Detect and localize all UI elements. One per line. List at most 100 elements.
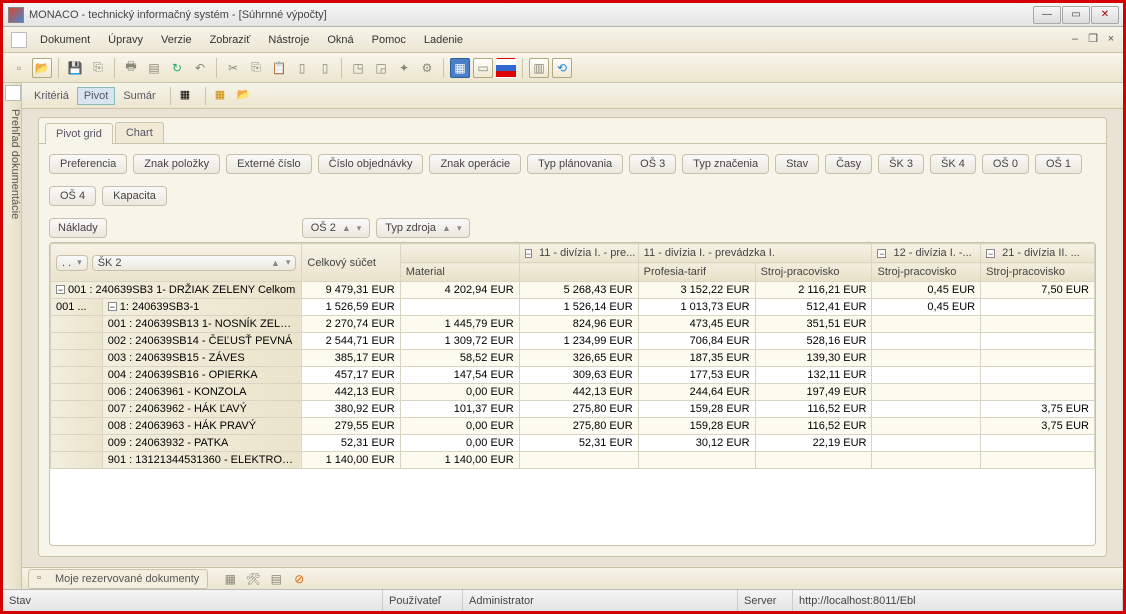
field--k-3[interactable]: ŠK 3 <box>878 154 924 174</box>
sub-stroj2[interactable]: Stroj-pracovisko <box>872 263 981 282</box>
menu-zobrazit[interactable]: Zobraziť <box>201 32 260 48</box>
field-stav[interactable]: Stav <box>775 154 819 174</box>
field-znak-oper-cie[interactable]: Znak operácie <box>429 154 521 174</box>
rowfield-sk2[interactable]: ŠK 2▲▾ <box>92 255 297 271</box>
bot-ic4[interactable]: ⊘ <box>289 569 309 589</box>
field-o-4[interactable]: OŠ 4 <box>49 186 96 206</box>
maximize-button[interactable]: ▭ <box>1062 6 1090 24</box>
table-row[interactable]: 001 ...−1: 240639SB3-11 526,59 EUR1 526,… <box>51 299 1095 316</box>
table-row[interactable]: 901 : 13121344531360 - ELEKTROD...1 140,… <box>51 452 1095 469</box>
flag-sk-icon[interactable] <box>496 58 516 78</box>
doc1-icon[interactable]: ▯ <box>292 58 312 78</box>
save-icon[interactable]: 💾 <box>65 58 85 78</box>
preview-icon[interactable]: ▤ <box>144 58 164 78</box>
nav-icon[interactable]: ▥ <box>529 58 549 78</box>
dropzone-naklady[interactable]: Náklady <box>49 218 107 238</box>
table-row[interactable]: 006 : 24063961 - KONZOLA442,13 EUR0,00 E… <box>51 384 1095 401</box>
menu-ladenie[interactable]: Ladenie <box>415 32 472 48</box>
field-typ-pl-novania[interactable]: Typ plánovania <box>527 154 623 174</box>
field-znak-polo-ky[interactable]: Znak položky <box>133 154 220 174</box>
table-row[interactable]: 001 : 240639SB13 1- NOSNÍK ZELENY2 270,7… <box>51 316 1095 333</box>
paneltab-grid[interactable]: Pivot grid <box>45 123 113 144</box>
colfield-os2[interactable]: OŠ 2▲▾ <box>302 218 371 238</box>
cell: 824,96 EUR <box>519 316 638 333</box>
settings-icon[interactable]: ⚙ <box>417 58 437 78</box>
col-d11prev[interactable]: 11 - divízia I. - prevádzka I. <box>638 244 872 263</box>
field--asy[interactable]: Časy <box>825 154 872 174</box>
collapse-icon[interactable]: − <box>525 249 532 258</box>
menu-verzie[interactable]: Verzie <box>152 32 201 48</box>
field-preferencia[interactable]: Preferencia <box>49 154 127 174</box>
rowfield-dots[interactable]: . .▾ <box>56 255 88 271</box>
tab-sumar[interactable]: Sumár <box>117 88 161 104</box>
field-kapacita[interactable]: Kapacita <box>102 186 167 206</box>
open-folder-icon[interactable]: 📂 <box>32 58 52 78</box>
field-o-3[interactable]: OŠ 3 <box>629 154 676 174</box>
view2-icon[interactable]: ▭ <box>473 58 493 78</box>
copy-icon[interactable]: ⎘ <box>246 58 266 78</box>
col-d12[interactable]: −12 - divízia I. -... <box>872 244 981 263</box>
field-o-1[interactable]: OŠ 1 <box>1035 154 1082 174</box>
left-side-tab[interactable]: Prehľad dokumentácie <box>3 83 22 589</box>
field--k-4[interactable]: ŠK 4 <box>930 154 976 174</box>
vic3-icon[interactable]: 📂 <box>237 88 253 104</box>
table-row[interactable]: 008 : 24063963 - HÁK PRAVÝ279,55 EUR0,00… <box>51 418 1095 435</box>
tab-kriteria[interactable]: Kritériá <box>28 88 75 104</box>
bottab-reserve[interactable]: ▫Moje rezervované dokumenty <box>28 569 208 589</box>
new-doc-icon[interactable]: ▫ <box>9 58 29 78</box>
table-row[interactable]: 007 : 24063962 - HÁK ĽAVÝ380,92 EUR101,3… <box>51 401 1095 418</box>
doc2-icon[interactable]: ▯ <box>315 58 335 78</box>
col-d21[interactable]: −21 - divízia II. ... <box>981 244 1095 263</box>
sub-stroj3[interactable]: Stroj-pracovisko <box>981 263 1095 282</box>
table-row[interactable]: 004 : 240639SB16 - OPIERKA457,17 EUR147,… <box>51 367 1095 384</box>
tool1-icon[interactable]: ◳ <box>348 58 368 78</box>
field-o-0[interactable]: OŠ 0 <box>982 154 1029 174</box>
menu-dokument[interactable]: Dokument <box>31 32 99 48</box>
col-d11pre[interactable]: −11 - divízia I. - pre... <box>519 244 638 263</box>
field--slo-objedn-vky[interactable]: Číslo objednávky <box>318 154 424 174</box>
field-typ-zna-enia[interactable]: Typ značenia <box>682 154 769 174</box>
paneltab-chart[interactable]: Chart <box>115 122 164 143</box>
sub-prof[interactable]: Profesia-tarif <box>638 263 755 282</box>
back-icon[interactable]: ⟲ <box>552 58 572 78</box>
table-row[interactable]: 003 : 240639SB15 - ZÁVES385,17 EUR58,52 … <box>51 350 1095 367</box>
print-icon[interactable]: 🖶 <box>121 58 141 78</box>
cell: 1 140,00 EUR <box>400 452 519 469</box>
menu-okna[interactable]: Okná <box>318 32 362 48</box>
cut-icon[interactable]: ✂ <box>223 58 243 78</box>
cell: 2 116,21 EUR <box>755 282 872 299</box>
tab-pivot[interactable]: Pivot <box>77 87 115 105</box>
sub-stroj1[interactable]: Stroj-pracovisko <box>755 263 872 282</box>
vic2-icon[interactable]: ▦ <box>215 88 231 104</box>
collapse-icon[interactable]: − <box>108 302 117 311</box>
bot-ic2[interactable]: 🛠 <box>243 569 263 589</box>
table-row[interactable]: −001 : 240639SB3 1- DRŽIAK ZELENY Celkom… <box>51 282 1095 299</box>
sub-material[interactable]: Material <box>400 263 519 282</box>
colfield-typ[interactable]: Typ zdroja▲▾ <box>376 218 470 238</box>
menu-pomoc[interactable]: Pomoc <box>363 32 415 48</box>
tool3-icon[interactable]: ✦ <box>394 58 414 78</box>
vic1-icon[interactable]: ▦ <box>180 88 196 104</box>
close-button[interactable]: ✕ <box>1091 6 1119 24</box>
save-all-icon[interactable]: ⎘ <box>88 58 108 78</box>
bot-ic1[interactable]: ▦ <box>220 569 240 589</box>
tool2-icon[interactable]: ◲ <box>371 58 391 78</box>
paste-icon[interactable]: 📋 <box>269 58 289 78</box>
mdi-close-button[interactable]: × <box>1103 33 1119 47</box>
menu-nastroje[interactable]: Nástroje <box>259 32 318 48</box>
mdi-restore-button[interactable]: ❐ <box>1085 33 1101 47</box>
view1-icon[interactable]: ▦ <box>450 58 470 78</box>
undo-icon[interactable]: ↶ <box>190 58 210 78</box>
refresh-icon[interactable]: ↻ <box>167 58 187 78</box>
bot-ic3[interactable]: ▤ <box>266 569 286 589</box>
cell: 380,92 EUR <box>302 401 400 418</box>
table-row[interactable]: 002 : 240639SB14 - ČEĽUSŤ PEVNÁ2 544,71 … <box>51 333 1095 350</box>
mdi-minimize-button[interactable]: – <box>1067 33 1083 47</box>
minimize-button[interactable]: — <box>1033 6 1061 24</box>
col-celkovy[interactable]: Celkový súčet <box>302 244 400 282</box>
field-extern-slo[interactable]: Externé číslo <box>226 154 312 174</box>
collapse-icon[interactable]: − <box>56 285 65 294</box>
col-blank[interactable] <box>400 244 519 263</box>
table-row[interactable]: 009 : 24063932 - PATKA52,31 EUR0,00 EUR5… <box>51 435 1095 452</box>
menu-upravy[interactable]: Úpravy <box>99 32 152 48</box>
